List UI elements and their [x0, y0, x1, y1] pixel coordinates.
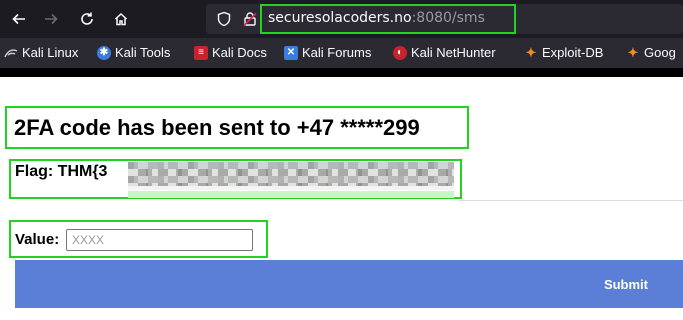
- bookmark-label: Kali Docs: [212, 45, 267, 60]
- nethunter-icon: ◐: [393, 45, 407, 60]
- value-input[interactable]: [66, 229, 253, 251]
- exploit-db-icon: ✦: [525, 44, 537, 60]
- back-arrow-icon[interactable]: [6, 6, 32, 32]
- redacted-flag-blur: [128, 162, 454, 190]
- toolbar-divider: [0, 68, 683, 77]
- bookmark-label: Kali Tools: [115, 45, 171, 60]
- insecure-lock-icon[interactable]: [242, 11, 258, 32]
- google-hacking-icon: ✦: [627, 44, 639, 60]
- url-port-path: :8080/sms: [411, 10, 485, 26]
- home-icon[interactable]: [108, 6, 134, 32]
- bookmark-label: Goog: [644, 45, 676, 60]
- url-text[interactable]: securesolacoders.no:8080/sms: [268, 10, 485, 26]
- url-host: securesolacoders.no: [268, 10, 412, 26]
- bookmarks-bar: Kali Linux ✱ Kali Tools ≡ Kali Docs ✕ Ka…: [0, 38, 683, 68]
- bookmark-kali-linux[interactable]: Kali Linux: [4, 45, 78, 60]
- shield-icon[interactable]: [216, 11, 232, 32]
- page-title: 2FA code has been sent to +47 *****299: [14, 115, 420, 140]
- bookmark-label: Kali NetHunter: [411, 45, 496, 60]
- kali-dragon-icon: [4, 46, 18, 60]
- section-divider: [458, 200, 683, 201]
- flag-text: Flag: THM{3: [15, 163, 108, 180]
- bookmark-google-hacking[interactable]: ✦ Goog: [626, 44, 676, 61]
- reload-icon[interactable]: [74, 6, 100, 32]
- bookmark-kali-forums[interactable]: ✕ Kali Forums: [284, 45, 371, 60]
- bookmark-kali-nethunter[interactable]: ◐ Kali NetHunter: [393, 45, 496, 60]
- kali-forums-icon: ✕: [284, 45, 298, 60]
- bookmark-kali-tools[interactable]: ✱ Kali Tools: [97, 45, 170, 60]
- submit-button[interactable]: Submit: [15, 260, 683, 308]
- value-label: Value:: [15, 231, 60, 248]
- browser-toolbar: securesolacoders.no:8080/sms: [0, 0, 683, 38]
- bookmark-label: Kali Forums: [302, 45, 372, 60]
- bookmark-label: Kali Linux: [22, 45, 79, 60]
- flag-underline-strip: [128, 191, 454, 198]
- bookmark-label: Exploit-DB: [542, 45, 604, 60]
- kali-docs-icon: ≡: [194, 45, 208, 60]
- bookmark-kali-docs[interactable]: ≡ Kali Docs: [194, 45, 267, 60]
- kali-tools-icon: ✱: [97, 45, 111, 60]
- forward-arrow-icon[interactable]: [38, 6, 64, 32]
- bookmark-exploit-db[interactable]: ✦ Exploit-DB: [524, 44, 604, 61]
